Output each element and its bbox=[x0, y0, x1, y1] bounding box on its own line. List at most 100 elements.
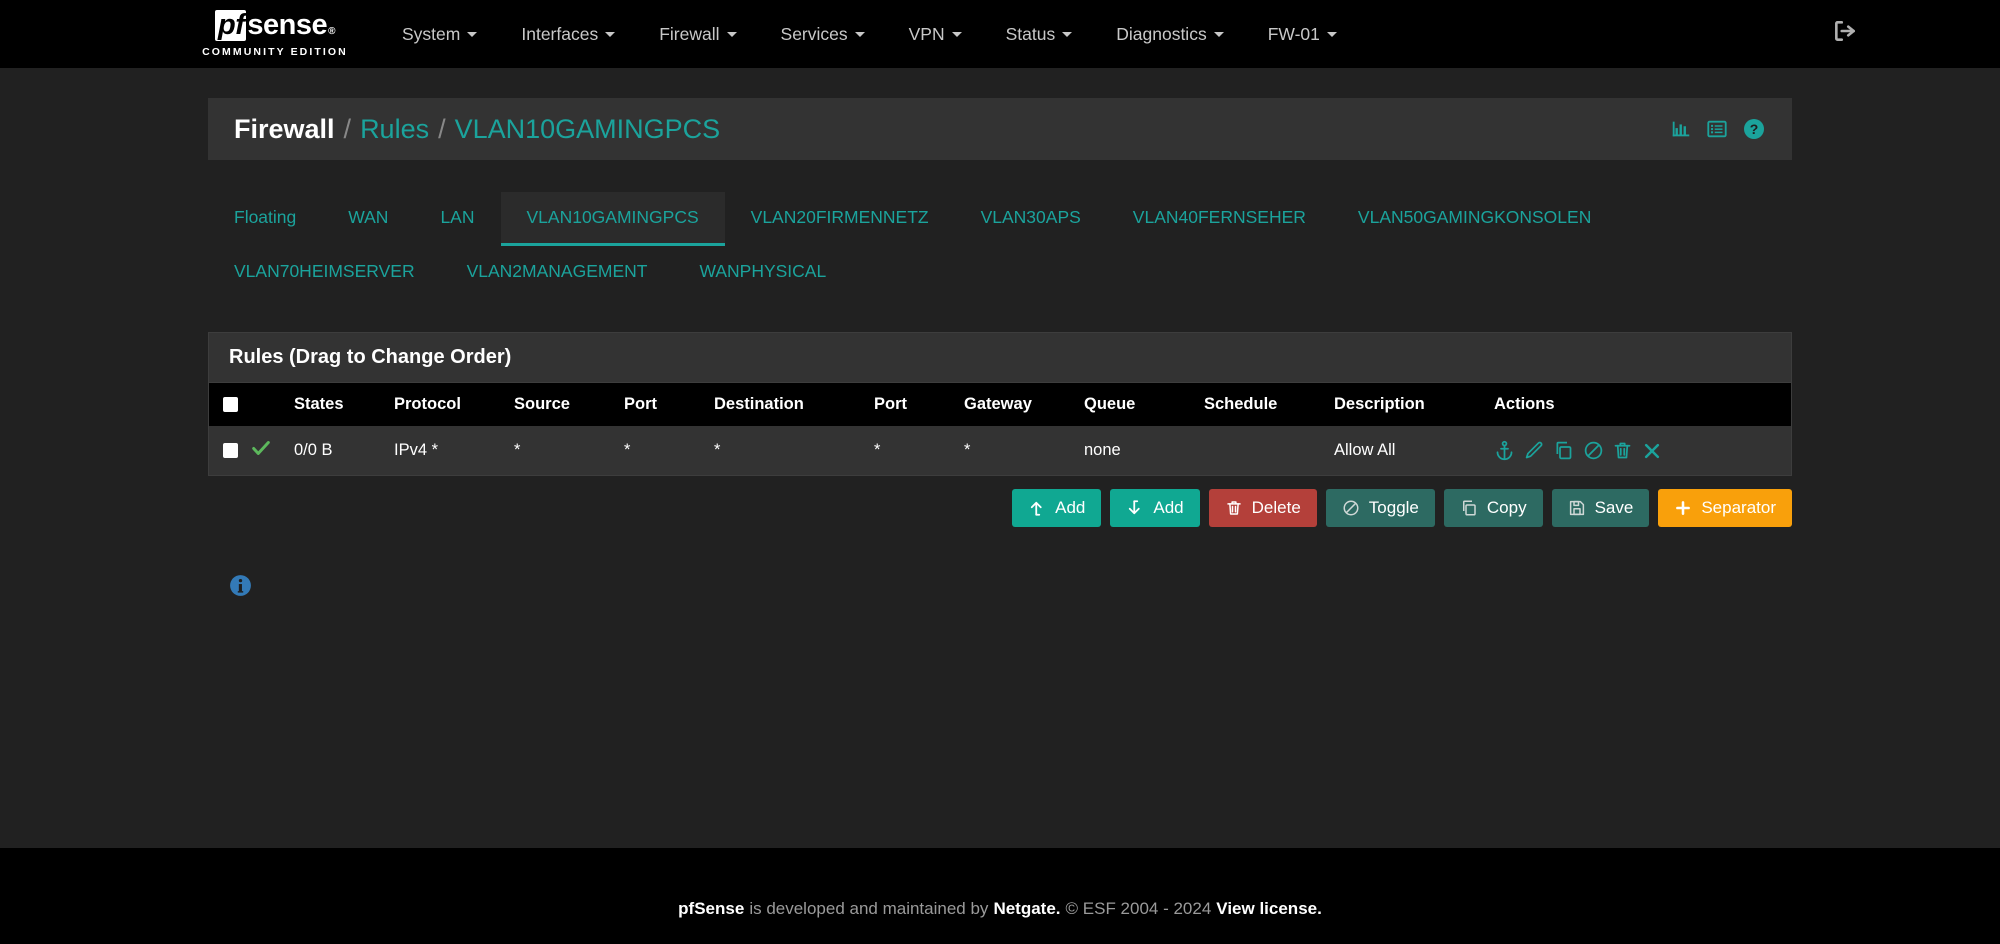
nav-item-diagnostics[interactable]: Diagnostics bbox=[1094, 14, 1245, 55]
tab-vlan70heimserver[interactable]: VLAN70HEIMSERVER bbox=[208, 246, 441, 300]
pfsense-logo[interactable]: pf sense ® COMMUNITY EDITION bbox=[195, 10, 355, 58]
chevron-down-icon bbox=[854, 31, 865, 37]
nav-label: Interfaces bbox=[521, 23, 599, 44]
row-checkbox[interactable] bbox=[223, 443, 238, 459]
footer-vendor: Netgate. bbox=[993, 899, 1061, 918]
tab-vlan2management[interactable]: VLAN2MANAGEMENT bbox=[441, 246, 674, 300]
actions-header: Actions bbox=[1494, 395, 1555, 413]
tab-wanphysical[interactable]: WANPHYSICAL bbox=[673, 246, 852, 300]
tab-vlan30aps[interactable]: VLAN30APS bbox=[955, 192, 1107, 246]
plus-icon bbox=[1676, 501, 1691, 516]
tab-label: LAN bbox=[440, 207, 475, 227]
button-label: Add bbox=[1055, 498, 1086, 517]
tab-floating[interactable]: Floating bbox=[208, 192, 322, 246]
chart-icon[interactable] bbox=[1670, 118, 1692, 140]
row-description: Allow All bbox=[1334, 441, 1396, 459]
tab-wan[interactable]: WAN bbox=[322, 192, 414, 246]
delete-button[interactable]: Delete bbox=[1208, 489, 1317, 528]
protocol-header: Protocol bbox=[394, 395, 461, 413]
toggle-button[interactable]: Toggle bbox=[1325, 489, 1435, 528]
nav-item-interfaces[interactable]: Interfaces bbox=[499, 14, 637, 55]
chevron-down-icon bbox=[1062, 31, 1073, 37]
trash-icon[interactable] bbox=[1612, 440, 1633, 461]
rules-panel-title: Rules (Drag to Change Order) bbox=[209, 333, 1791, 383]
tab-vlan50gamingkonsolen[interactable]: VLAN50GAMINGKONSOLEN bbox=[1332, 192, 1617, 246]
row-select-cell bbox=[209, 426, 244, 475]
nav-label: Status bbox=[1005, 23, 1056, 44]
tab-label: VLAN50GAMINGKONSOLEN bbox=[1357, 207, 1592, 227]
add-rule-top-button[interactable]: Add bbox=[1012, 489, 1102, 528]
pencil-icon[interactable] bbox=[1524, 440, 1545, 461]
page-footer: pfSense is developed and maintained by N… bbox=[0, 874, 2000, 944]
tab-vlan40fernseher[interactable]: VLAN40FERNSEHER bbox=[1107, 192, 1332, 246]
nav-item-services[interactable]: Services bbox=[759, 14, 887, 55]
nav-label: System bbox=[402, 23, 461, 44]
copy-icon[interactable] bbox=[1553, 440, 1574, 461]
row-status-cell bbox=[244, 426, 288, 475]
rules-table-head: States Protocol Source Port Destination … bbox=[209, 383, 1791, 426]
tab-label: WAN bbox=[348, 207, 389, 227]
tab-vlan20firmennetz[interactable]: VLAN20FIRMENNETZ bbox=[725, 192, 955, 246]
content-container: Firewall / Rules / VLAN10GAMINGPCS ? Flo… bbox=[208, 98, 1792, 603]
brand-subtitle: COMMUNITY EDITION bbox=[202, 46, 348, 58]
nav-item-fw01[interactable]: FW-01 bbox=[1246, 14, 1359, 55]
nav-item-vpn[interactable]: VPN bbox=[887, 14, 984, 55]
rules-table-body: 0/0 B IPv4 * * * * * * none Allow All bbox=[209, 426, 1791, 475]
svg-text:?: ? bbox=[1750, 121, 1759, 137]
chevron-down-icon bbox=[1326, 31, 1337, 37]
tab-lan[interactable]: LAN bbox=[414, 192, 500, 246]
tab-label: VLAN10GAMINGPCS bbox=[526, 207, 699, 227]
tab-vlan10gamingpcs[interactable]: VLAN10GAMINGPCS bbox=[500, 192, 725, 246]
rules-panel: Rules (Drag to Change Order) States Prot… bbox=[208, 332, 1792, 476]
brand-pf: pf bbox=[215, 10, 247, 41]
ban-icon[interactable] bbox=[1583, 440, 1604, 461]
footer-text: is developed and maintained by bbox=[749, 899, 989, 918]
nav-label: Diagnostics bbox=[1116, 23, 1207, 44]
arrow-up-icon bbox=[1030, 502, 1042, 516]
copy-icon bbox=[1462, 500, 1476, 516]
legend-info-row bbox=[208, 573, 1792, 603]
button-label: Copy bbox=[1486, 498, 1527, 517]
table-row[interactable]: 0/0 B IPv4 * * * * * * none Allow All bbox=[209, 426, 1791, 475]
separator-button[interactable]: Separator bbox=[1658, 489, 1792, 528]
row-source: * bbox=[514, 441, 521, 460]
select-all-checkbox[interactable] bbox=[223, 397, 238, 413]
button-label: Delete bbox=[1251, 498, 1301, 517]
sign-out-icon[interactable] bbox=[1832, 18, 1858, 49]
button-label: Toggle bbox=[1368, 498, 1419, 517]
button-label: Add bbox=[1153, 498, 1184, 517]
nav-item-firewall[interactable]: Firewall bbox=[637, 14, 758, 55]
nav-item-status[interactable]: Status bbox=[984, 14, 1095, 55]
nav-item-system[interactable]: System bbox=[380, 14, 499, 55]
breadcrumb-icons: ? bbox=[1670, 117, 1766, 141]
select-all-header bbox=[209, 383, 244, 426]
button-label: Save bbox=[1594, 498, 1634, 517]
tab-label: VLAN40FERNSEHER bbox=[1132, 207, 1306, 227]
close-icon[interactable] bbox=[1642, 441, 1662, 461]
button-label: Separator bbox=[1701, 498, 1776, 517]
chevron-down-icon bbox=[951, 31, 962, 37]
save-button[interactable]: Save bbox=[1551, 489, 1650, 528]
save-icon bbox=[1569, 501, 1584, 516]
rules-action-buttons: Add Add Delete Toggle Copy Save Separato… bbox=[208, 489, 1792, 528]
list-icon[interactable] bbox=[1706, 118, 1728, 140]
add-rule-bottom-button[interactable]: Add bbox=[1110, 489, 1200, 528]
tab-label: VLAN70HEIMSERVER bbox=[234, 261, 415, 281]
view-license-link[interactable]: View license. bbox=[1216, 899, 1322, 919]
breadcrumb-link-rules[interactable]: Rules bbox=[360, 114, 429, 145]
nav-label: Services bbox=[780, 23, 848, 44]
footer-copyright: © ESF 2004 - 2024 bbox=[1065, 899, 1212, 918]
tab-label: VLAN30APS bbox=[980, 207, 1081, 227]
help-icon[interactable]: ? bbox=[1742, 117, 1766, 141]
tab-label: Floating bbox=[234, 207, 297, 227]
arrow-down-icon bbox=[1129, 500, 1141, 515]
states-header: States bbox=[294, 395, 344, 413]
chevron-down-icon bbox=[726, 31, 737, 37]
info-circle-icon[interactable] bbox=[228, 573, 253, 598]
row-states: 0/0 B bbox=[294, 441, 333, 459]
brand-wordmark: pf sense ® bbox=[215, 10, 335, 41]
copy-button[interactable]: Copy bbox=[1443, 489, 1543, 528]
chevron-down-icon bbox=[1213, 31, 1224, 37]
anchor-icon[interactable] bbox=[1494, 440, 1515, 461]
navbar-menu: System Interfaces Firewall Services VPN … bbox=[380, 14, 1359, 55]
